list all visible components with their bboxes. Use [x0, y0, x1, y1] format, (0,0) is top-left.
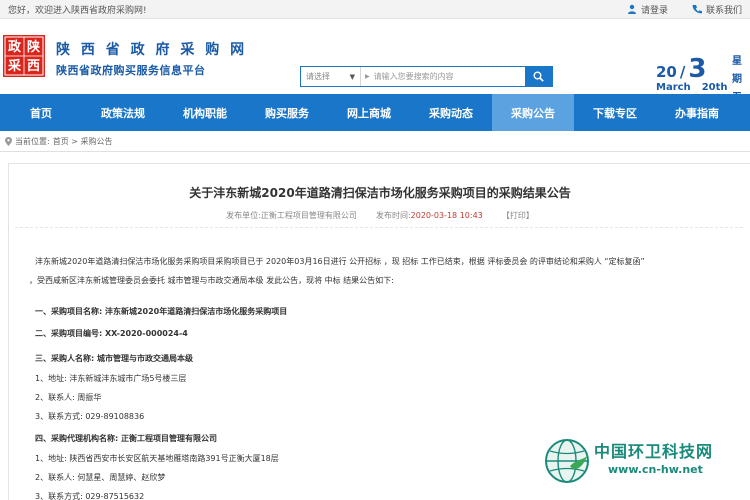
- breadcrumb-path[interactable]: 首页 > 采购公告: [53, 136, 113, 147]
- date-month-number: 3: [688, 54, 707, 84]
- breadcrumb: 当前位置: 首页 > 采购公告: [5, 136, 113, 147]
- nav-purchase-services[interactable]: 购买服务: [246, 94, 328, 131]
- location-pin-icon: [5, 137, 12, 146]
- date-display: 20 / 3 March 20th: [656, 54, 728, 93]
- publish-time: 2020-03-18 10:43: [410, 211, 483, 220]
- nav-functions[interactable]: 机构职能: [164, 94, 246, 131]
- logo-char-3: 采: [7, 58, 22, 74]
- search-input[interactable]: ▶ 请输入您要搜索的内容: [361, 67, 525, 86]
- item-project-name: 一、采购项目名称: 沣东新城2020年道路清扫保洁市场化服务采购项目: [35, 307, 288, 316]
- date-slash: /: [679, 63, 686, 81]
- agency-address: 1、地址: 陕西省西安市长安区航天基地雁塔南路391号正衡大厦18层: [35, 454, 279, 463]
- search-category-label: 请选择: [306, 72, 330, 81]
- search-category-select[interactable]: 请选择 ▼: [301, 67, 361, 86]
- top-links: 请登录 联系我们: [627, 3, 742, 16]
- time-label: 发布时间:: [375, 211, 411, 220]
- logo-char-4: 西: [27, 59, 40, 74]
- nav-online-mall[interactable]: 网上商城: [328, 94, 410, 131]
- logo-char-2: 陕: [27, 39, 41, 55]
- logo-char-1: 政: [8, 39, 22, 55]
- breadcrumb-label: 当前位置:: [15, 137, 50, 146]
- search-bar: 请选择 ▼ ▶ 请输入您要搜索的内容: [300, 66, 553, 87]
- site-title-block: 陕 西 省 政 府 采 购 网 陕西省政府购买服务信息平台: [56, 39, 247, 78]
- nav-procurement-notices[interactable]: 采购公告: [492, 94, 574, 131]
- date-month-name: March: [656, 82, 691, 93]
- login-label: 请登录: [640, 5, 668, 16]
- date-day-en: 20th: [701, 82, 728, 93]
- phone-icon: [692, 5, 702, 14]
- login-link[interactable]: 请登录: [627, 3, 668, 16]
- chevron-down-icon: ▼: [349, 72, 355, 81]
- nav-procurement-news[interactable]: 采购动态: [410, 94, 492, 131]
- search-icon: [533, 71, 544, 82]
- logo-seal-icon[interactable]: 政 陕 采 西: [3, 35, 45, 77]
- purchaser-address: 1、地址: 沣东新城沣东城市广场5号楼三层: [35, 374, 187, 383]
- nav-guide[interactable]: 办事指南: [656, 94, 738, 131]
- intro-paragraph-line-1: 沣东新城2020年道路清扫保洁市场化服务采购项目采购项目已于 2020年03月1…: [35, 257, 645, 266]
- print-link[interactable]: 【打印】: [502, 211, 534, 220]
- welcome-text: 您好，欢迎进入陕西省政府采购网!: [8, 5, 147, 16]
- header: 政 陕 采 西 陕 西 省 政 府 采 购 网 陕西省政府购买服务信息平台 请选…: [0, 19, 750, 103]
- weekday-char-2: 期: [732, 74, 742, 85]
- user-icon: [627, 4, 636, 14]
- weekday-char-1: 星: [732, 56, 742, 67]
- top-bar: 您好，欢迎进入陕西省政府采购网! 请登录 联系我们: [0, 0, 750, 19]
- source-label: 发布单位:: [226, 211, 261, 220]
- source-value: 正衡工程项目管理有限公司: [260, 211, 357, 220]
- nav-policies[interactable]: 政策法规: [82, 94, 164, 131]
- article-meta: 发布单位:正衡工程项目管理有限公司 发布时间:2020-03-18 10:43 …: [9, 210, 750, 221]
- nav-downloads[interactable]: 下载专区: [574, 94, 656, 131]
- site-title: 陕 西 省 政 府 采 购 网: [56, 42, 248, 58]
- item-project-number: 二、采购项目编号: XX-2020-000024-4: [35, 329, 188, 338]
- main-nav: 首页 政策法规 机构职能 购买服务 网上商城 采购动态 采购公告 下载专区 办事…: [0, 94, 750, 131]
- breadcrumb-divider: [0, 151, 750, 152]
- globe-leaf-logo-icon: [545, 439, 589, 483]
- item-agency-name: 四、采购代理机构名称: 正衡工程项目管理有限公司: [35, 434, 217, 443]
- search-button[interactable]: [525, 67, 552, 86]
- nav-home[interactable]: 首页: [0, 94, 82, 131]
- agency-contact: 2、联系人: 何慧星、周慧婷、赵欣梦: [35, 473, 166, 482]
- arrow-right-icon: ▶: [365, 73, 370, 80]
- article-title: 关于沣东新城2020年道路清扫保洁市场化服务采购项目的采购结果公告: [189, 186, 571, 200]
- contact-link[interactable]: 联系我们: [692, 3, 742, 16]
- contact-label: 联系我们: [705, 5, 742, 16]
- intro-paragraph-line-2: ，受西咸新区沣东新城管理委员会委托 城市管理与市政交通局本级 发此公告，现将 中…: [29, 276, 394, 285]
- watermark-name: 中国环卫科技网: [594, 442, 714, 461]
- date-day: 20: [656, 63, 677, 81]
- site-subtitle: 陕西省政府购买服务信息平台: [56, 64, 206, 77]
- item-purchaser-name: 三、采购人名称: 城市管理与市政交通局本级: [35, 354, 193, 363]
- purchaser-phone: 3、联系方式: 029-89108836: [35, 412, 145, 421]
- purchaser-contact: 2、联系人: 周振华: [35, 393, 102, 402]
- agency-phone: 3、联系方式: 029-87515632: [35, 492, 145, 500]
- watermark: 中国环卫科技网 www.cn-hw.net: [542, 434, 742, 488]
- search-placeholder: 请输入您要搜索的内容: [373, 72, 454, 81]
- meta-divider: [15, 227, 743, 228]
- watermark-url: www.cn-hw.net: [608, 463, 703, 476]
